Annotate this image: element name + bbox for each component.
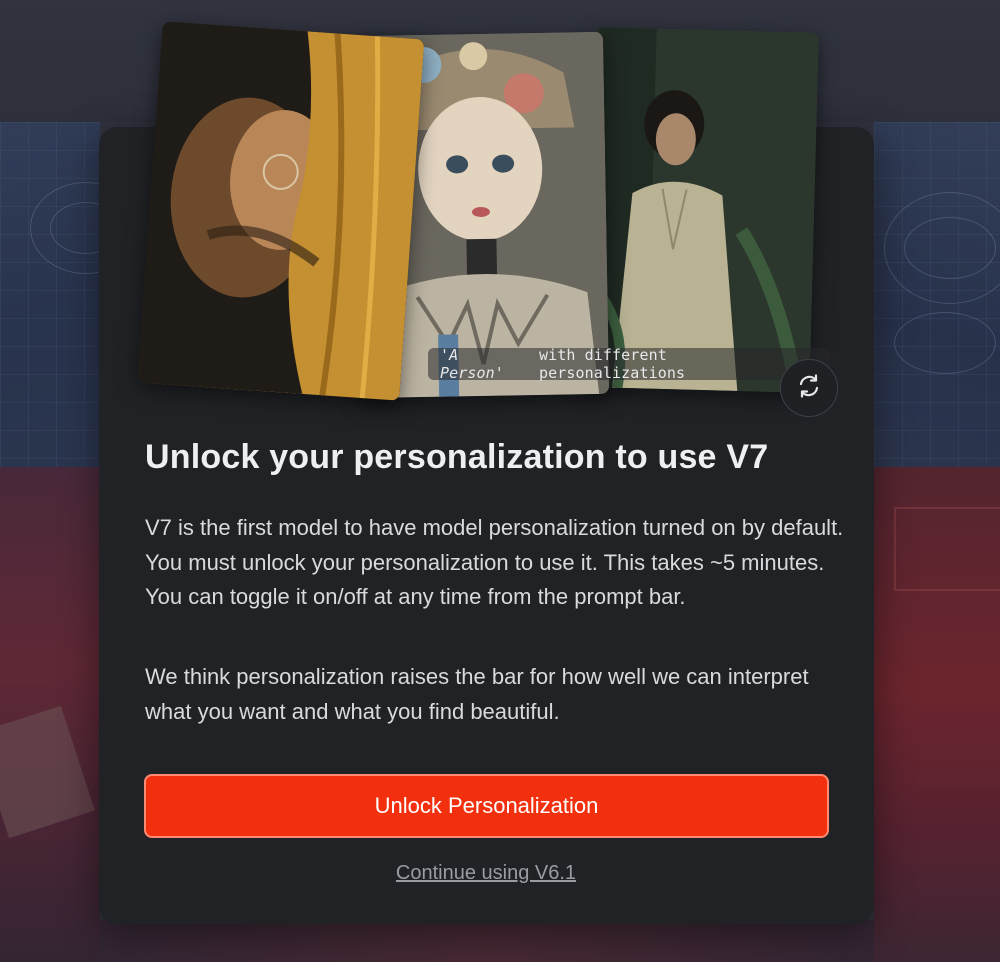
refresh-icon xyxy=(796,373,822,404)
image-caption: 'A Person' with different personalizatio… xyxy=(428,346,830,382)
example-image-woman-curtain xyxy=(137,21,425,401)
personalization-examples-collage: 'A Person' with different personalizatio… xyxy=(137,20,830,405)
example-image-young-man xyxy=(587,27,819,393)
refresh-examples-button[interactable] xyxy=(780,359,838,417)
modal-title: Unlock your personalization to use V7 xyxy=(145,438,769,476)
image-caption-subject: 'A Person' xyxy=(440,346,504,382)
image-caption-text: with different personalizations xyxy=(539,346,686,382)
modal-description-secondary: We think personalization raises the bar … xyxy=(145,664,809,724)
modal-description: V7 is the first model to have model pers… xyxy=(145,515,844,609)
unlock-personalization-button[interactable]: Unlock Personalization xyxy=(144,774,829,838)
continue-v6-link[interactable]: Continue using V6.1 xyxy=(0,862,972,885)
